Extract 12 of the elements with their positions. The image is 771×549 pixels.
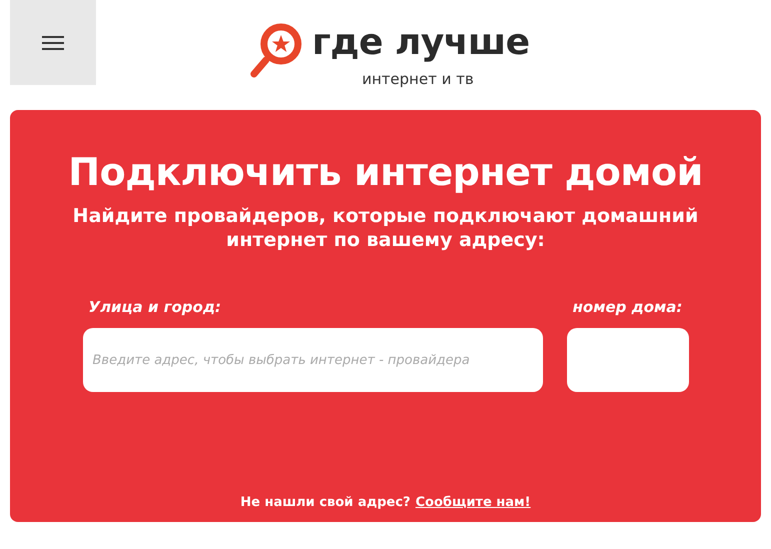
house-field[interactable] — [566, 328, 688, 392]
logo-tagline: интернет и тв — [362, 70, 475, 88]
hero-subtitle: Найдите провайдеров, которые подключают домашний интернет по вашему адресу: — [72, 204, 700, 252]
street-field[interactable]: Введите адрес, чтобы выбрать интернет - провайдера — [82, 328, 542, 392]
report-link[interactable]: Сообщите нам! — [415, 495, 531, 510]
not-found-text: Не нашли свой адрес? — [240, 495, 410, 510]
menu-button[interactable] — [10, 0, 96, 85]
hero-title: Подключить интернет домой — [68, 150, 703, 194]
street-label: Улица и город: — [88, 298, 222, 316]
logo-text: где лучше — [312, 21, 530, 65]
menu-icon — [42, 36, 64, 50]
house-label: номер дома: — [572, 298, 684, 316]
